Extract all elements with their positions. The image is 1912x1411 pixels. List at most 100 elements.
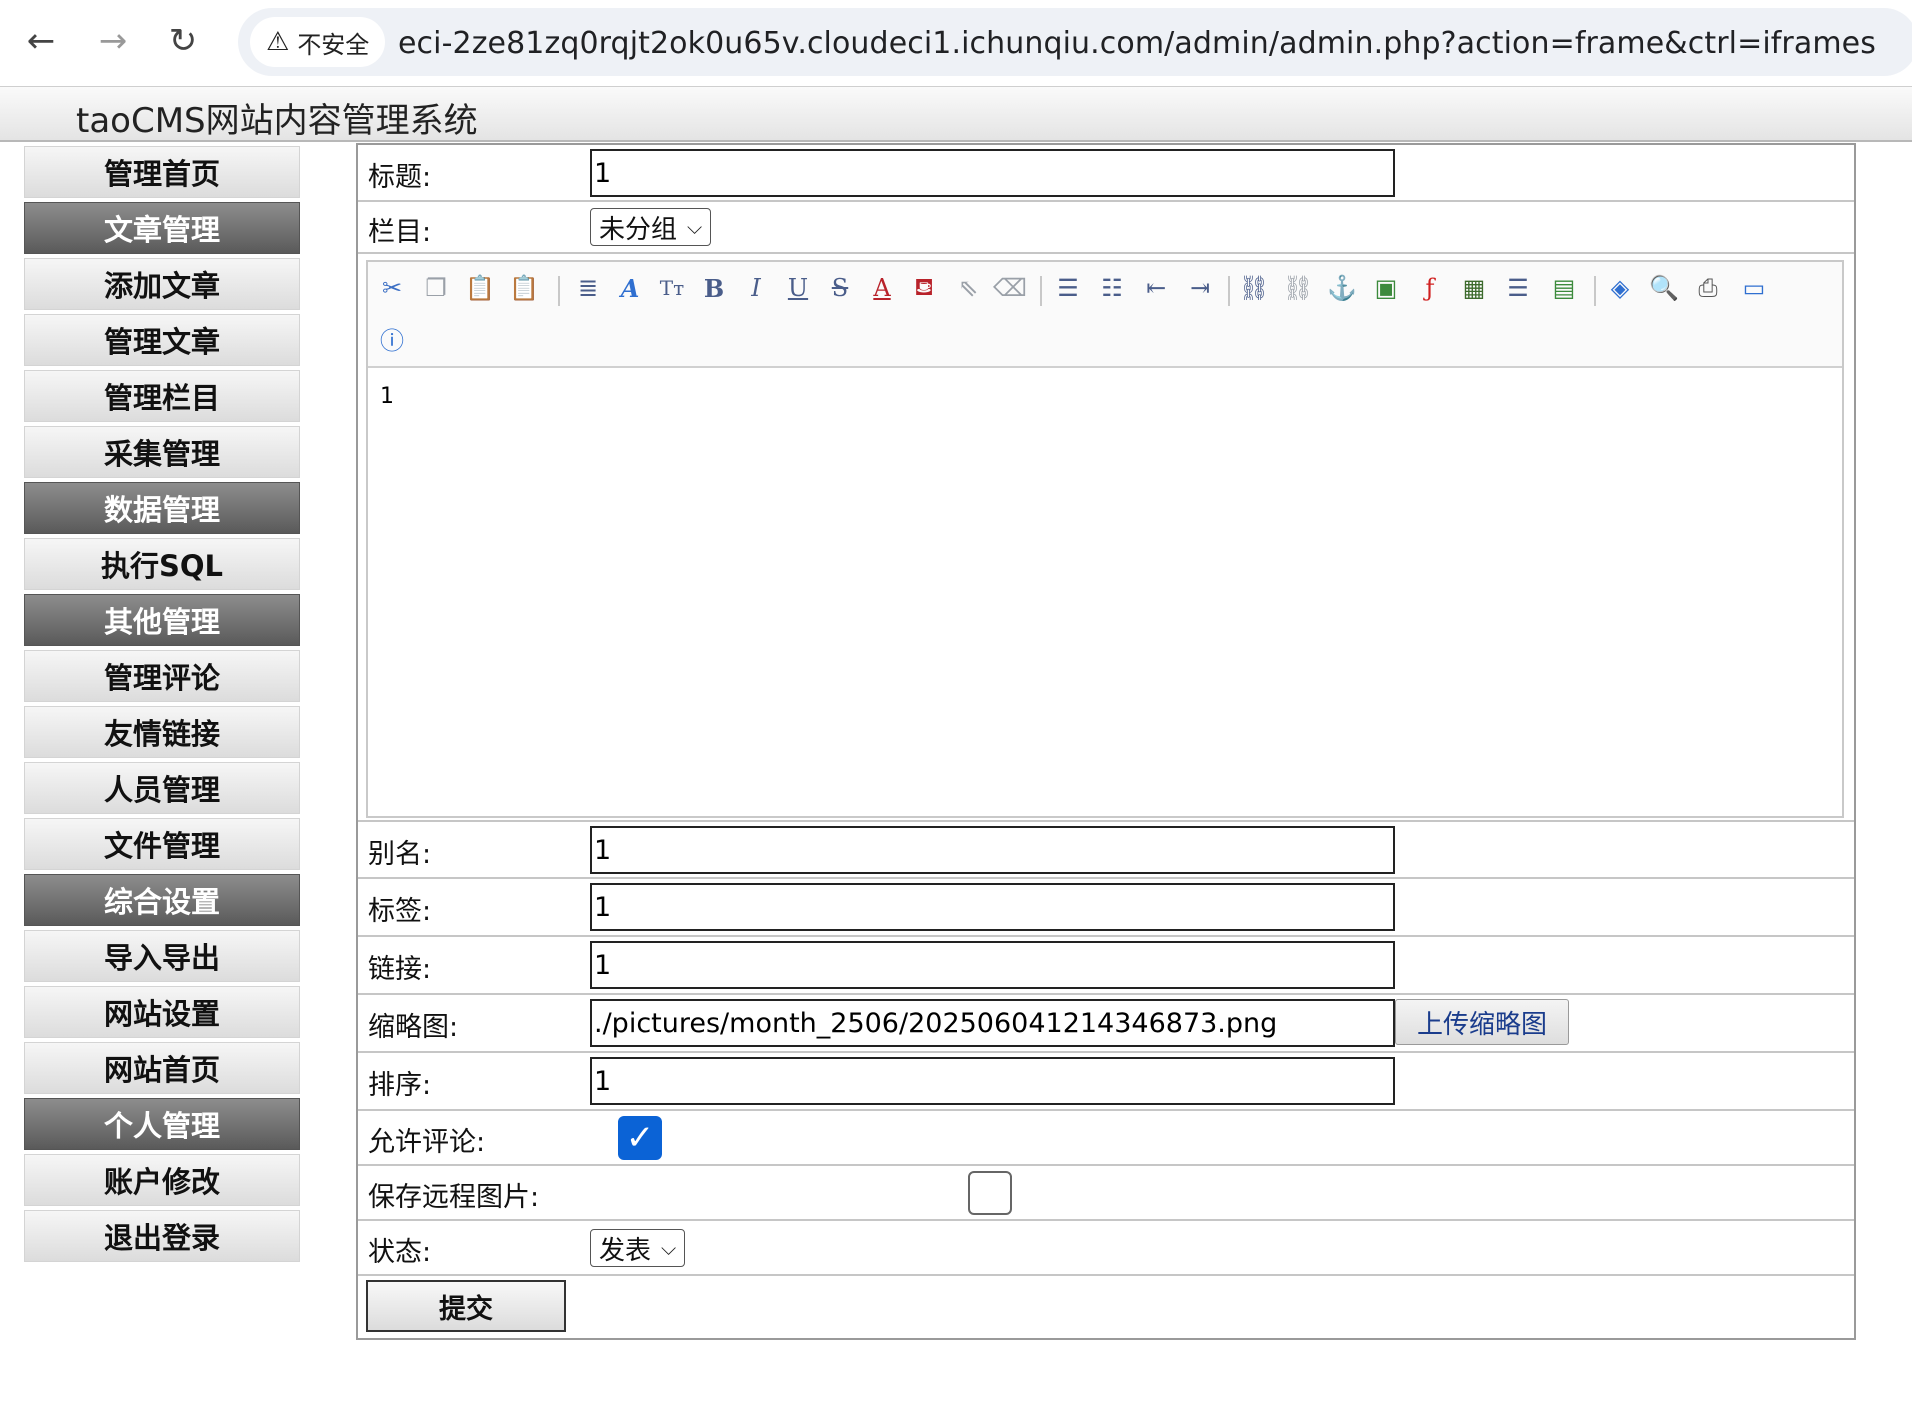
sidebar-group-data[interactable]: 数据管理: [24, 482, 300, 534]
submit-button[interactable]: 提交: [366, 1280, 566, 1332]
sidebar-item-add-article[interactable]: 添加文章: [24, 258, 300, 310]
status-value: 发表: [599, 1235, 652, 1266]
link-icon[interactable]: ⛓: [1236, 270, 1272, 306]
alias-label: 别名:: [368, 839, 432, 870]
url-text[interactable]: eci-2ze81zq0rqjt2ok0u65v.cloudeci1.ichun…: [398, 26, 1876, 61]
remove-format-icon[interactable]: ⌫: [992, 270, 1028, 306]
sidebar-item-account[interactable]: 账户修改: [24, 1154, 300, 1206]
save-remote-checkbox[interactable]: [968, 1171, 1012, 1215]
preview-icon[interactable]: 🔍: [1646, 270, 1682, 306]
copy-icon[interactable]: ❐: [418, 270, 454, 306]
security-label: 不安全: [297, 30, 370, 59]
app-title: taoCMS网站内容管理系统: [76, 101, 478, 141]
ordered-list-icon[interactable]: ☷: [1094, 270, 1130, 306]
select-all-icon[interactable]: ⇖: [950, 270, 986, 306]
allow-comment-checkbox[interactable]: ✓: [618, 1116, 662, 1160]
sidebar-item-site-home[interactable]: 网站首页: [24, 1042, 300, 1094]
browser-toolbar: ← → ↻ ⚠ 不安全 eci-2ze81zq0rqjt2ok0u65v.clo…: [0, 0, 1912, 86]
table-icon[interactable]: ▤: [1546, 270, 1582, 306]
rich-text-editor: ✂ ❐ 📋 📋 ≣ A Tт B I U S A ⛾ ⇖ ⌫ ☰ ☷ ⇤ ⇥ ⛓…: [366, 260, 1844, 818]
sidebar-item-logout[interactable]: 退出登录: [24, 1210, 300, 1262]
sidebar-item-files[interactable]: 文件管理: [24, 818, 300, 870]
toolbar-separator: [1228, 276, 1230, 306]
editor-content[interactable]: 1: [380, 384, 394, 409]
text-color-icon[interactable]: A: [864, 270, 900, 306]
sidebar-group-personal[interactable]: 个人管理: [24, 1098, 300, 1150]
sidebar-item-run-sql[interactable]: 执行SQL: [24, 538, 300, 590]
sidebar-group-articles[interactable]: 文章管理: [24, 202, 300, 254]
category-select[interactable]: 未分组 ⌵: [590, 208, 712, 246]
title-label: 标题:: [368, 162, 432, 193]
sidebar-group-other[interactable]: 其他管理: [24, 594, 300, 646]
address-bar[interactable]: ⚠ 不安全 eci-2ze81zq0rqjt2ok0u65v.cloudeci1…: [238, 8, 1912, 76]
flash-icon[interactable]: ƒ: [1412, 270, 1448, 306]
status-select[interactable]: 发表 ⌵: [590, 1229, 686, 1267]
sidebar-item-site-settings[interactable]: 网站设置: [24, 986, 300, 1038]
chevron-down-icon: ⌵: [687, 215, 703, 239]
sidebar-item-collect[interactable]: 采集管理: [24, 426, 300, 478]
font-size-icon[interactable]: Tт: [654, 270, 690, 306]
form-row-tags: 标签: 1: [358, 879, 1854, 937]
font-color-style-icon[interactable]: A: [612, 270, 648, 306]
strikethrough-icon[interactable]: S: [822, 270, 858, 306]
source-icon[interactable]: ◈: [1602, 270, 1638, 306]
form-row-order: 排序: 1: [358, 1053, 1854, 1111]
image-icon[interactable]: ▣: [1368, 270, 1404, 306]
upload-thumbnail-button[interactable]: 上传缩略图: [1395, 999, 1569, 1045]
font-family-icon[interactable]: ≣: [570, 270, 606, 306]
sidebar-item-links[interactable]: 友情链接: [24, 706, 300, 758]
form-row-alias: 别名: 1: [358, 822, 1854, 879]
toolbar-separator: [1040, 276, 1042, 306]
form-row-status: 状态: 发表 ⌵: [358, 1221, 1854, 1276]
category-value: 未分组: [599, 214, 678, 245]
horizontal-rule-icon[interactable]: ☰: [1500, 270, 1536, 306]
sidebar-item-comments[interactable]: 管理评论: [24, 650, 300, 702]
form-row-thumbnail: 缩略图: ./pictures/month_2506/2025060412143…: [358, 995, 1854, 1053]
form-row-link: 链接: 1: [358, 937, 1854, 995]
sidebar-item-users[interactable]: 人员管理: [24, 762, 300, 814]
warning-icon: ⚠: [266, 27, 290, 57]
cut-icon[interactable]: ✂: [374, 270, 410, 306]
app-header: taoCMS网站内容管理系统: [0, 86, 1912, 142]
tags-label: 标签:: [368, 896, 432, 927]
media-icon[interactable]: ▦: [1456, 270, 1492, 306]
reload-icon[interactable]: ↻: [160, 18, 206, 64]
anchor-icon[interactable]: ⚓: [1324, 270, 1360, 306]
sidebar-item-manage-categories[interactable]: 管理栏目: [24, 370, 300, 422]
save-remote-label: 保存远程图片:: [368, 1182, 540, 1213]
background-color-icon[interactable]: ⛾: [906, 270, 942, 306]
fullscreen-icon[interactable]: ▭: [1736, 270, 1772, 306]
sidebar-item-manage-articles[interactable]: 管理文章: [24, 314, 300, 366]
sidebar-item-admin-home[interactable]: 管理首页: [24, 146, 300, 198]
form-row-save-remote: 保存远程图片:: [358, 1166, 1854, 1221]
forward-arrow-icon[interactable]: →: [90, 18, 136, 64]
bold-icon[interactable]: B: [696, 270, 732, 306]
about-icon[interactable]: ⓘ: [374, 320, 410, 356]
order-input[interactable]: 1: [590, 1057, 1395, 1105]
sidebar-group-settings[interactable]: 综合设置: [24, 874, 300, 926]
back-arrow-icon[interactable]: ←: [18, 18, 64, 64]
form-row-submit: 提交: [358, 1276, 1854, 1338]
paste-icon[interactable]: 📋: [462, 270, 498, 306]
alias-input[interactable]: 1: [590, 826, 1395, 874]
category-label: 栏目:: [368, 217, 432, 248]
title-input[interactable]: 1: [590, 149, 1395, 197]
security-indicator[interactable]: ⚠ 不安全: [250, 17, 386, 67]
thumbnail-input[interactable]: ./pictures/month_2506/202506041214346873…: [590, 999, 1395, 1047]
outdent-icon[interactable]: ⇤: [1138, 270, 1174, 306]
underline-icon[interactable]: U: [780, 270, 816, 306]
thumbnail-label: 缩略图:: [368, 1012, 459, 1043]
form-row-allow-comment: 允许评论: ✓: [358, 1111, 1854, 1166]
print-icon[interactable]: ⎙: [1690, 270, 1726, 306]
order-label: 排序:: [368, 1070, 432, 1101]
tags-input[interactable]: 1: [590, 883, 1395, 931]
link-input[interactable]: 1: [590, 941, 1395, 989]
editor-toolbar: ✂ ❐ 📋 📋 ≣ A Tт B I U S A ⛾ ⇖ ⌫ ☰ ☷ ⇤ ⇥ ⛓…: [368, 262, 1842, 368]
unlink-icon[interactable]: ⛓: [1280, 270, 1316, 306]
italic-icon[interactable]: I: [738, 270, 774, 306]
status-label: 状态:: [368, 1237, 432, 1268]
sidebar-item-import-export[interactable]: 导入导出: [24, 930, 300, 982]
align-icon[interactable]: ☰: [1050, 270, 1086, 306]
paste-text-icon[interactable]: 📋: [506, 270, 542, 306]
indent-icon[interactable]: ⇥: [1182, 270, 1218, 306]
